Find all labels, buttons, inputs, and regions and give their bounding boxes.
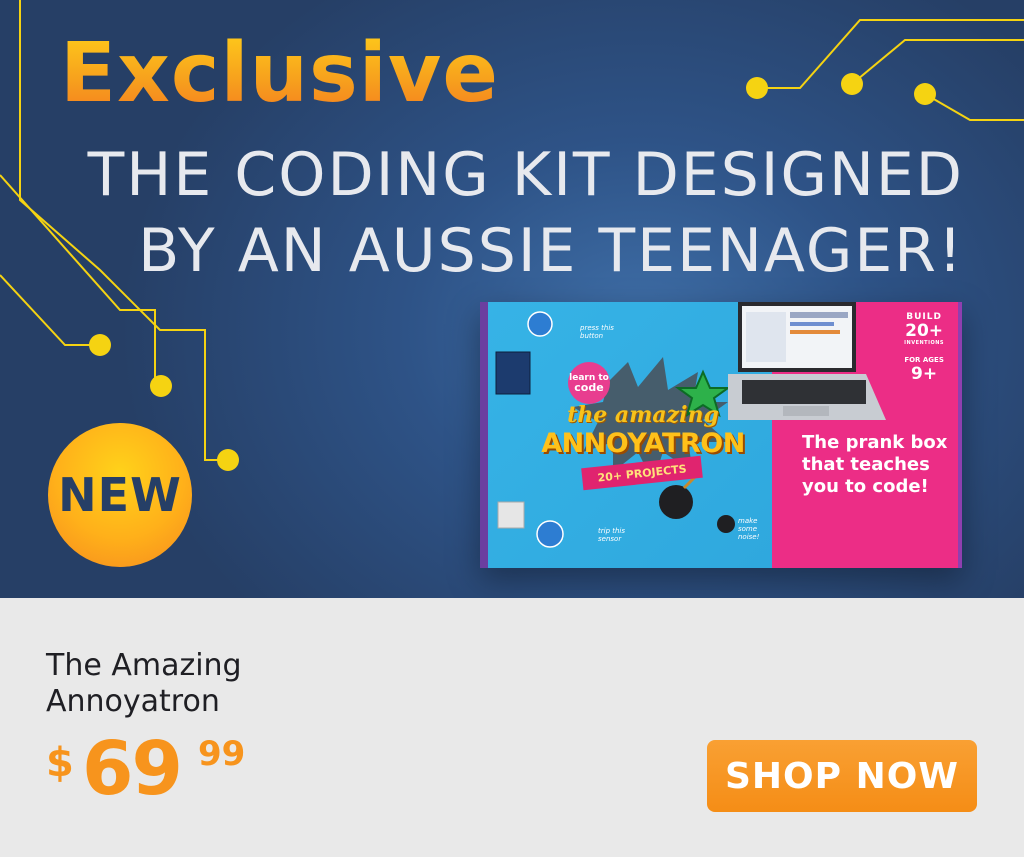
headline-line-1: THE CODING KIT DESIGNED bbox=[87, 140, 964, 210]
new-badge-label: NEW bbox=[58, 468, 182, 522]
new-badge: NEW bbox=[48, 423, 192, 567]
product-box-image: learn to code the amazing ANNOYATRON 20+… bbox=[480, 302, 962, 568]
headline-exclusive: Exclusive bbox=[60, 26, 499, 121]
price-cents: 99 bbox=[198, 734, 246, 774]
headline-line-2: BY AN AUSSIE TEENAGER! bbox=[138, 216, 964, 286]
note-make-noise: make some noise! bbox=[738, 517, 760, 541]
ages-label: FOR AGES bbox=[904, 356, 944, 364]
product-name-line-2: Annoyatron bbox=[46, 684, 220, 719]
breadboard-icon bbox=[497, 501, 525, 529]
build-count: 20+ bbox=[905, 321, 944, 341]
shop-now-button[interactable]: SHOP NOW bbox=[707, 740, 977, 812]
inventions-label: INVENTIONS bbox=[904, 340, 944, 346]
box-title: the amazing ANNOYATRON bbox=[528, 402, 758, 459]
arduino-board-icon bbox=[495, 351, 531, 395]
price-currency: $ bbox=[46, 740, 74, 786]
sensor-module-icon bbox=[536, 520, 564, 548]
box-title-small: the amazing bbox=[567, 402, 719, 428]
ages-value: 9+ bbox=[911, 364, 938, 384]
learn-to-code-badge: learn to code bbox=[568, 362, 610, 404]
button-module-icon bbox=[527, 311, 553, 337]
box-tagline: The prank box that teaches you to code! bbox=[802, 432, 948, 497]
product-name-line-1: The Amazing bbox=[46, 648, 242, 683]
bomb-icon bbox=[659, 485, 693, 519]
note-press-button: press this button bbox=[580, 324, 614, 340]
promo-banner: Exclusive THE CODING KIT DESIGNED BY AN … bbox=[0, 0, 1024, 598]
code-label: code bbox=[574, 381, 604, 394]
product-name: The Amazing Annoyatron bbox=[46, 648, 242, 720]
box-build-info: BUILD 20+ INVENTIONS FOR AGES 9+ bbox=[904, 312, 944, 384]
price-dollars: 69 bbox=[82, 726, 183, 812]
box-title-big: ANNOYATRON bbox=[541, 428, 745, 459]
laptop-icon bbox=[728, 302, 886, 420]
speaker-icon bbox=[717, 515, 735, 533]
note-trip-sensor: trip this sensor bbox=[598, 527, 626, 543]
